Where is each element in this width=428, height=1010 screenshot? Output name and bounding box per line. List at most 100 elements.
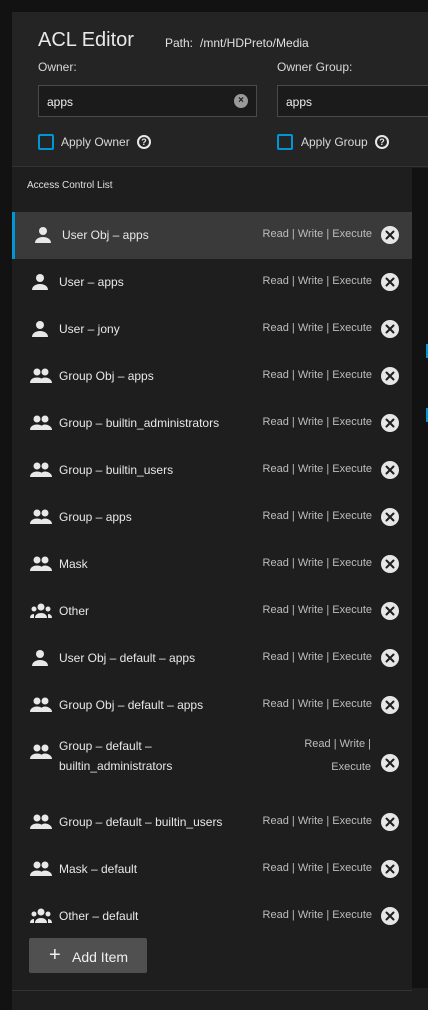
owner-group-input[interactable]: apps	[277, 85, 428, 117]
acl-item-permissions: Read | Write | Execute	[262, 815, 372, 827]
acl-item-label: Other	[59, 604, 90, 618]
acl-list-item[interactable]: Group – builtin_users Read | Write | Exec…	[12, 447, 412, 494]
remove-item-icon[interactable]	[381, 602, 399, 620]
apply-owner-checkbox[interactable]	[38, 134, 54, 150]
acl-list-panel: Access Control List User Obj – apps Read …	[12, 168, 412, 988]
owner-input[interactable]: apps ×	[38, 85, 257, 117]
acl-item-label: Group – default – builtin_administrators	[59, 736, 172, 776]
acl-item-label: Mask – default	[59, 862, 138, 876]
remove-item-icon[interactable]	[381, 508, 399, 526]
acl-item-label: User Obj – default – apps	[59, 651, 196, 665]
acl-item-permissions: Read | Write | Execute	[262, 463, 372, 475]
acl-item-label: Group – builtin_administrators	[59, 416, 220, 430]
person-icon	[30, 649, 50, 667]
remove-item-icon[interactable]	[381, 696, 399, 714]
plus-icon: +	[49, 944, 61, 966]
add-item-label: Add Item	[72, 949, 129, 965]
acl-item-permissions: Read | Write | Execute	[262, 416, 372, 428]
remove-item-icon[interactable]	[381, 461, 399, 479]
acl-item-permissions: Read | Write | Execute	[262, 275, 372, 287]
acl-list-item[interactable]: Mask Read | Write | Execute	[12, 541, 412, 588]
acl-list-item[interactable]: Group – default – builtin_administrators R…	[12, 729, 412, 799]
remove-item-icon[interactable]	[381, 367, 399, 385]
acl-list-item[interactable]: User Obj – default – apps Read | Write | …	[12, 635, 412, 682]
acl-item-permissions: Read | Write | Execute	[262, 651, 372, 663]
acl-editor-card: ACL Editor Path: /mnt/HDPreto/Media Owne…	[12, 12, 428, 1010]
owner-group-value: apps	[286, 95, 313, 109]
groups-icon	[30, 602, 52, 620]
groups-icon	[30, 907, 52, 925]
remove-item-icon[interactable]	[381, 320, 399, 338]
acl-list-item[interactable]: Group – default – builtin_users Read | Wr…	[12, 799, 412, 846]
acl-item-permissions: Read | Write | Execute	[262, 862, 372, 874]
acl-item-label: Group Obj – default – apps	[59, 698, 204, 712]
group-icon	[30, 414, 52, 432]
person-icon	[33, 226, 53, 244]
acl-list-item[interactable]: User – apps Read | Write | Execute	[12, 259, 412, 306]
group-icon	[30, 461, 52, 479]
remove-item-icon[interactable]	[381, 754, 399, 772]
acl-list-item[interactable]: Other Read | Write | Execute	[12, 588, 412, 635]
apply-owner-help-icon[interactable]: ?	[137, 135, 151, 149]
remove-item-icon[interactable]	[381, 273, 399, 291]
acl-list-item[interactable]: Other – default Read | Write | Execute	[12, 893, 412, 940]
acl-list-item[interactable]: User Obj – apps Read | Write | Execute	[12, 212, 412, 259]
bottom-divider	[12, 990, 412, 991]
acl-item-label: Mask	[59, 557, 88, 571]
acl-list-item[interactable]: Group – apps Read | Write | Execute	[12, 494, 412, 541]
remove-item-icon[interactable]	[381, 860, 399, 878]
acl-item-permissions: Read | Write | Execute	[262, 909, 372, 921]
acl-item-permissions: Read | Write | Execute	[262, 698, 372, 710]
acl-item-permissions: Read | Write | Execute	[262, 510, 372, 522]
acl-item-label: User – jony	[59, 322, 120, 336]
acl-item-permissions: Read | Write | Execute	[262, 604, 372, 616]
acl-item-label: User Obj – apps	[62, 228, 149, 242]
acl-list-item[interactable]: Mask – default Read | Write | Execute	[12, 846, 412, 893]
acl-list-item[interactable]: Group – builtin_administrators Read | Wri…	[12, 400, 412, 447]
group-icon	[30, 508, 52, 526]
remove-item-icon[interactable]	[381, 414, 399, 432]
acl-list-title: Access Control List	[27, 180, 113, 191]
person-icon	[30, 320, 50, 338]
acl-item-label: Group Obj – apps	[59, 369, 154, 383]
group-icon	[30, 860, 52, 878]
acl-item-perm-line: Read | Write |	[304, 738, 371, 750]
group-icon	[30, 743, 52, 761]
remove-item-icon[interactable]	[381, 813, 399, 831]
owner-value: apps	[47, 95, 74, 109]
remove-item-icon[interactable]	[381, 555, 399, 573]
add-item-button[interactable]: + Add Item	[29, 938, 147, 973]
acl-item-permissions: Read | Write | Execute	[262, 322, 372, 334]
path-value: /mnt/HDPreto/Media	[200, 36, 309, 50]
apply-group-checkbox[interactable]	[277, 134, 293, 150]
group-icon	[30, 813, 52, 831]
apply-group-help-icon[interactable]: ?	[375, 135, 389, 149]
acl-item-label: Group – apps	[59, 510, 132, 524]
acl-item-permissions: Read | Write | Execute	[262, 369, 372, 381]
remove-item-icon[interactable]	[381, 226, 399, 244]
acl-list-item[interactable]: Group Obj – default – apps Read | Write |…	[12, 682, 412, 729]
remove-item-icon[interactable]	[381, 649, 399, 667]
group-icon	[30, 555, 52, 573]
clear-owner-icon[interactable]: ×	[234, 94, 248, 108]
acl-item-label-line: Group – default –	[59, 739, 152, 753]
path-label: Path:	[165, 36, 194, 50]
remove-item-icon[interactable]	[381, 907, 399, 925]
acl-item-label: Group – builtin_users	[59, 463, 174, 477]
group-icon	[30, 696, 52, 714]
acl-item-label: User – apps	[59, 275, 124, 289]
apply-group-label: Apply Group	[301, 135, 368, 149]
acl-item-permissions: Read | Write | Execute	[262, 228, 372, 240]
person-icon	[30, 273, 50, 291]
acl-list-item[interactable]: Group Obj – apps Read | Write | Execute	[12, 353, 412, 400]
apply-owner-label: Apply Owner	[61, 135, 130, 149]
acl-item-permissions: Read | Write | Execute	[262, 557, 372, 569]
group-icon	[30, 367, 52, 385]
acl-header: ACL Editor Path: /mnt/HDPreto/Media Owne…	[12, 12, 428, 167]
acl-item-label-line: builtin_administrators	[59, 759, 173, 773]
owner-group-label: Owner Group:	[277, 60, 353, 74]
acl-list-item[interactable]: User – jony Read | Write | Execute	[12, 306, 412, 353]
page-gutter	[0, 0, 12, 1010]
page-title: ACL Editor	[38, 29, 134, 51]
acl-item-label: Other – default	[59, 909, 139, 923]
